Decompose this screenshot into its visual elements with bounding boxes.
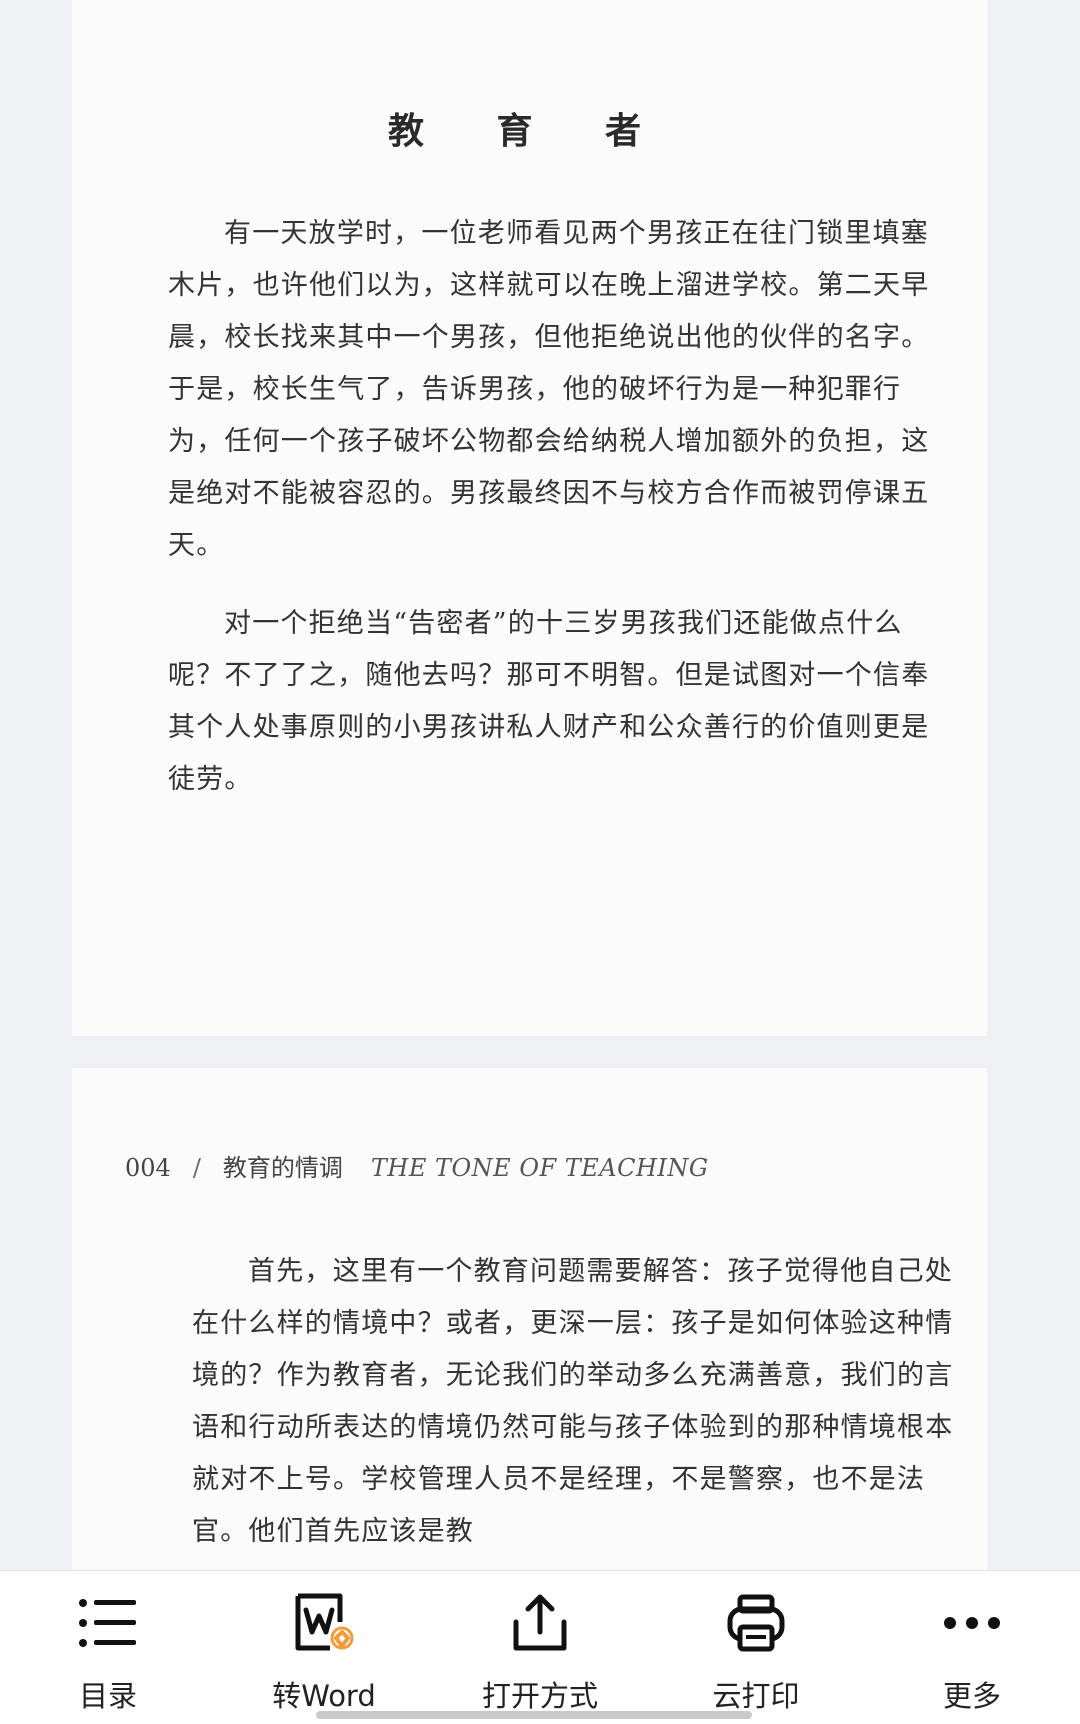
- toc-label: 目录: [78, 1679, 137, 1713]
- more-button[interactable]: 更多: [872, 1571, 1072, 1724]
- list-icon: [76, 1591, 140, 1655]
- paragraph: 有一天放学时，一位老师看见两个男孩正在往门锁里填塞木片，也许他们以为，这样就可以…: [168, 218, 930, 561]
- cloud-print-label: 云打印: [712, 1679, 800, 1713]
- share-icon: [508, 1591, 572, 1655]
- book-title-en: THE TONE OF TEACHING: [370, 1154, 709, 1182]
- toc-button[interactable]: 目录: [8, 1571, 208, 1724]
- convert-word-label: 转Word: [272, 1679, 376, 1713]
- chapter-title: 教 育 者: [387, 110, 672, 152]
- document-viewer[interactable]: 教 育 者 有一天放学时，一位老师看见两个男孩正在往门锁里填塞木片，也许他们以为…: [0, 0, 1080, 1724]
- paragraph: 对一个拒绝当“告密者”的十三岁男孩我们还能做点什么呢？不了了之，随他去吗？那可不…: [168, 608, 930, 795]
- page-number: 004: [125, 1154, 171, 1182]
- running-header: 004 / 教育的情调 THE TONE OF TEACHING: [125, 1148, 709, 1183]
- convert-word-button[interactable]: 转Word: [224, 1571, 424, 1724]
- open-with-button[interactable]: 打开方式: [440, 1571, 640, 1724]
- header-separator: /: [192, 1154, 201, 1182]
- open-with-label: 打开方式: [481, 1679, 598, 1713]
- more-label: 更多: [942, 1679, 1001, 1713]
- book-title-cn: 教育的情调: [222, 1154, 343, 1182]
- bottom-toolbar: 目录 转Word 打开方式 云打印 更多: [0, 1570, 1080, 1724]
- printer-icon: [724, 1591, 788, 1655]
- cloud-print-button[interactable]: 云打印: [656, 1571, 856, 1724]
- more-icon: [940, 1591, 1004, 1655]
- convert-word-icon: [292, 1591, 356, 1655]
- document-page: 教 育 者 有一天放学时，一位老师看见两个男孩正在往门锁里填塞木片，也许他们以为…: [72, 0, 987, 1036]
- paragraph: 首先，这里有一个教育问题需要解答：孩子觉得他自己处在什么样的情境中？或者，更深一…: [192, 1256, 954, 1547]
- home-indicator[interactable]: [316, 1711, 752, 1719]
